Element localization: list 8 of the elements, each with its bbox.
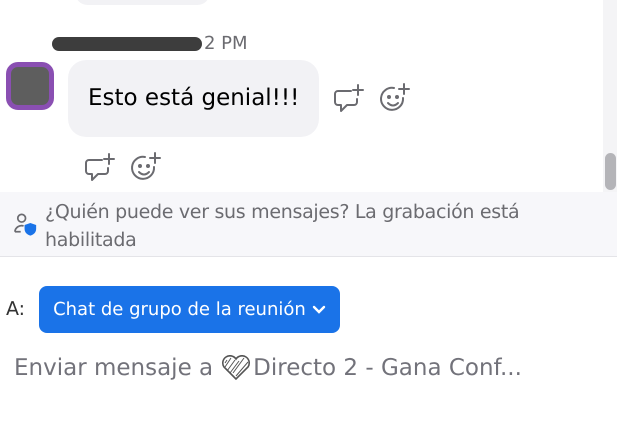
- message-time: 2 PM: [204, 32, 248, 56]
- recipient-label: A:: [6, 297, 26, 322]
- input-placeholder: Enviar mensaje a: [14, 354, 214, 383]
- notice-text: ¿Quién puede ver sus mensajes? La grabación está habilitada: [45, 200, 520, 253]
- message-input[interactable]: Enviar mensaje a Directo 2 - Gana Conf...: [0, 351, 617, 386]
- message-text: Esto está genial!!!: [88, 84, 300, 114]
- input-target: Directo 2 - Gana Conf...: [253, 354, 522, 383]
- recipient-dropdown[interactable]: Chat de grupo de la reunión: [39, 286, 340, 333]
